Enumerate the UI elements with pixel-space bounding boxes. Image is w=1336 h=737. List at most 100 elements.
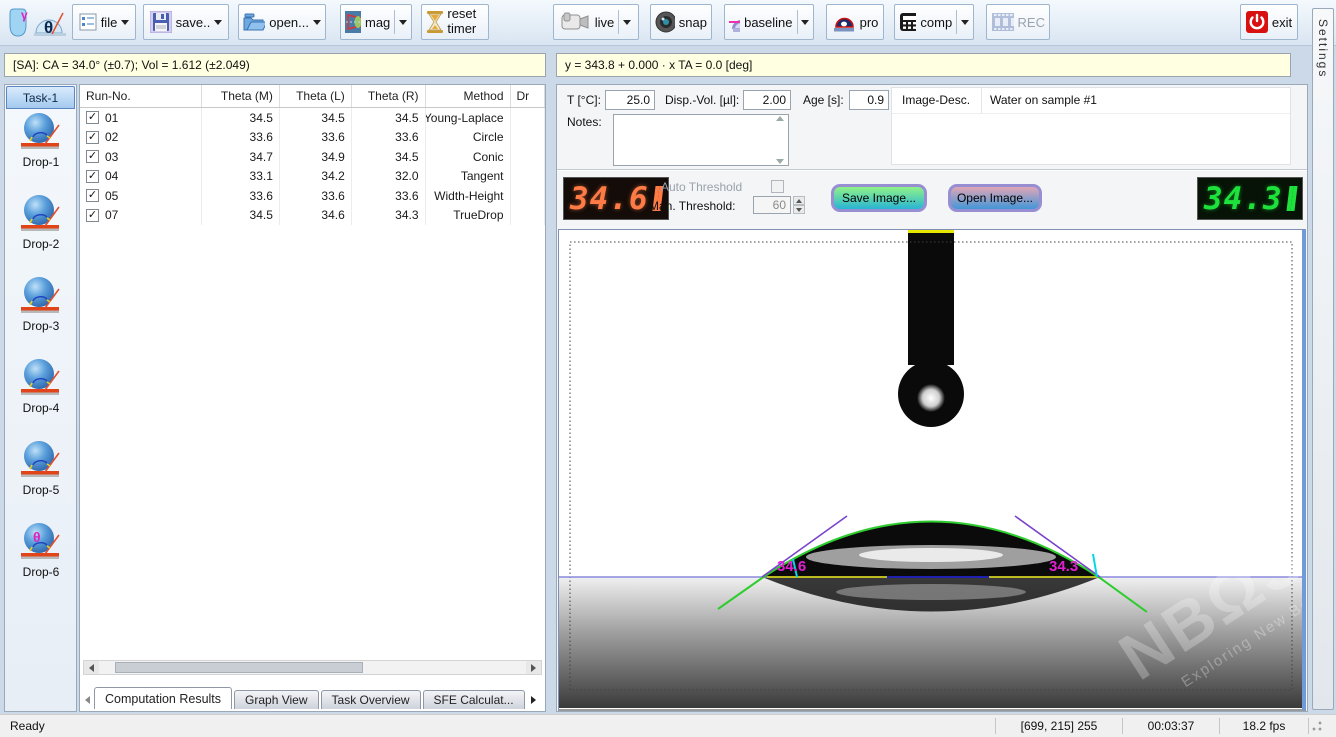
- tab-sfe-calculator[interactable]: SFE Calculat...: [423, 690, 525, 709]
- temperature-input[interactable]: [605, 90, 655, 110]
- table-row[interactable]: ✓05 33.6 33.6 33.6 Width-Height: [80, 186, 545, 206]
- right-angle-display: 34.3: [1197, 177, 1303, 220]
- image-desc-value[interactable]: Water on sample #1: [982, 88, 1290, 113]
- rec-button[interactable]: REC: [986, 4, 1050, 40]
- save-image-button[interactable]: Save Image...: [831, 184, 927, 212]
- computation-results-table: Run-No. Theta (M) Theta (L) Theta (R) Me…: [79, 84, 546, 712]
- chevron-down-icon[interactable]: [214, 20, 222, 25]
- drop-icon: [19, 357, 63, 399]
- file-button[interactable]: file: [72, 4, 136, 40]
- tab-graph-view[interactable]: Graph View: [234, 690, 318, 709]
- drop-sidebar: Task-1 Drop-1 Drop-2: [4, 84, 77, 712]
- sidebar-item-drop-5[interactable]: Drop-5: [11, 439, 71, 511]
- disp-vol-input[interactable]: [743, 90, 791, 110]
- resize-grip[interactable]: [1311, 720, 1323, 732]
- reset-timer-button[interactable]: reset timer: [421, 4, 489, 40]
- baseline-equation-bar: y = 343.8 + 0.000 · x TA = 0.0 [deg]: [556, 53, 1291, 77]
- right-angle-annotation: 34.3: [1049, 558, 1078, 575]
- chevron-down-icon[interactable]: [313, 20, 321, 25]
- settings-panel-tab[interactable]: Settings: [1312, 8, 1334, 710]
- tab-scroll-left-icon[interactable]: [80, 691, 94, 709]
- scroll-left-arrow-icon[interactable]: [84, 661, 99, 674]
- svg-text:θ: θ: [44, 18, 53, 37]
- camera-lens-icon: [655, 11, 675, 33]
- needle: [908, 233, 954, 365]
- tab-task-overview[interactable]: Task Overview: [321, 690, 421, 709]
- baseline-button[interactable]: baseline: [724, 4, 814, 40]
- sidebar-item-drop-3[interactable]: Drop-3: [11, 275, 71, 347]
- notes-scrollbar[interactable]: [773, 116, 786, 164]
- chevron-down-icon[interactable]: [121, 20, 129, 25]
- run-checkbox[interactable]: ✓: [86, 150, 99, 163]
- measurement-panel: T [°C]: Disp.-Vol. [µl]: Age [s]: Notes:…: [556, 84, 1308, 712]
- table-row[interactable]: ✓02 33.6 33.6 33.6 Circle: [80, 128, 545, 148]
- table-row[interactable]: ✓07 34.5 34.6 34.3 TrueDrop: [80, 206, 545, 226]
- open-folder-icon: [243, 12, 265, 32]
- comp-button[interactable]: comp: [894, 4, 974, 40]
- image-description-panel: Image-Desc. Water on sample #1: [891, 87, 1291, 165]
- drop-icon: [19, 275, 63, 317]
- hourglass-icon: [426, 10, 443, 34]
- settings-label: Settings: [1316, 9, 1330, 709]
- live-button[interactable]: live: [553, 4, 639, 40]
- status-fps: 18.2 fps: [1220, 719, 1308, 733]
- chevron-down-icon[interactable]: [399, 20, 407, 25]
- run-checkbox[interactable]: ✓: [86, 131, 99, 144]
- status-pixel-info: [699, 215] 255: [996, 719, 1122, 733]
- chevron-down-icon[interactable]: [801, 20, 809, 25]
- sidebar-item-drop-2[interactable]: Drop-2: [11, 193, 71, 265]
- table-header: Run-No. Theta (M) Theta (L) Theta (R) Me…: [80, 85, 545, 108]
- chevron-down-icon[interactable]: [961, 20, 969, 25]
- scroll-right-arrow-icon[interactable]: [526, 661, 541, 674]
- drop-icon: [19, 111, 63, 153]
- table-row[interactable]: ✓04 33.1 34.2 32.0 Tangent: [80, 167, 545, 187]
- main-toolbar: γ θ file: [0, 0, 1336, 46]
- open-image-button[interactable]: Open Image...: [948, 184, 1042, 212]
- save-floppy-icon: [150, 11, 172, 33]
- disp-vol-label: Disp.-Vol. [µl]:: [665, 93, 739, 107]
- chevron-down-icon[interactable]: [623, 20, 631, 25]
- run-checkbox[interactable]: ✓: [86, 189, 99, 202]
- sidebar-item-drop-1[interactable]: Drop-1: [11, 111, 71, 183]
- drop-icon: [19, 193, 63, 235]
- tab-computation-results[interactable]: Computation Results: [94, 687, 232, 709]
- spin-up-icon[interactable]: [793, 196, 805, 205]
- video-camera-icon: [561, 12, 591, 32]
- status-timer: 00:03:37: [1123, 719, 1219, 733]
- drop-analysis-app: γ θ file: [0, 0, 1336, 737]
- tab-task-1[interactable]: Task-1: [6, 86, 75, 109]
- run-checkbox[interactable]: ✓: [86, 209, 99, 222]
- temperature-label: T [°C]:: [567, 93, 601, 107]
- sidebar-item-drop-6[interactable]: θ Drop-6: [11, 521, 71, 593]
- exit-button[interactable]: exit: [1240, 4, 1298, 40]
- age-input[interactable]: [849, 90, 889, 110]
- auto-threshold-label: Auto Threshold: [661, 180, 742, 194]
- mag-button[interactable]: mag: [340, 4, 412, 40]
- spin-down-icon[interactable]: [793, 205, 805, 214]
- table-row[interactable]: ✓03 34.7 34.9 34.5 Conic: [80, 147, 545, 167]
- snap-button[interactable]: snap: [650, 4, 712, 40]
- sidebar-item-drop-4[interactable]: Drop-4: [11, 357, 71, 429]
- tab-scroll-right-icon[interactable]: [527, 691, 541, 709]
- drop-theta-icon: θ: [19, 521, 63, 563]
- man-threshold-input[interactable]: [753, 196, 791, 214]
- notes-input[interactable]: [613, 114, 789, 166]
- scrollbar-thumb[interactable]: [115, 662, 363, 673]
- scroll-down-arrow-icon[interactable]: [776, 159, 784, 164]
- auto-threshold-checkbox[interactable]: [771, 180, 784, 193]
- run-checkbox[interactable]: ✓: [86, 170, 99, 183]
- image-desc-label: Image-Desc.: [892, 88, 982, 113]
- man-threshold-spinner[interactable]: [793, 196, 805, 214]
- table-row[interactable]: ✓01 34.5 34.5 34.5 Young-Laplace: [80, 108, 545, 128]
- scroll-up-arrow-icon[interactable]: [776, 116, 784, 121]
- power-icon: [1246, 11, 1268, 33]
- open-button[interactable]: open...: [238, 4, 326, 40]
- status-bar: Ready [699, 215] 255 00:03:37 18.2 fps: [0, 714, 1336, 737]
- run-checkbox[interactable]: ✓: [86, 111, 99, 124]
- table-horizontal-scrollbar[interactable]: [83, 660, 542, 675]
- save-button[interactable]: save..: [143, 4, 229, 40]
- svg-text:γ: γ: [21, 8, 28, 22]
- man-threshold-label: Man. Threshold:: [649, 199, 736, 213]
- camera-image-view[interactable]: 34.6 34.3 NBΩS Exploring New Boundaries: [558, 229, 1306, 711]
- pro-button[interactable]: pro: [826, 4, 884, 40]
